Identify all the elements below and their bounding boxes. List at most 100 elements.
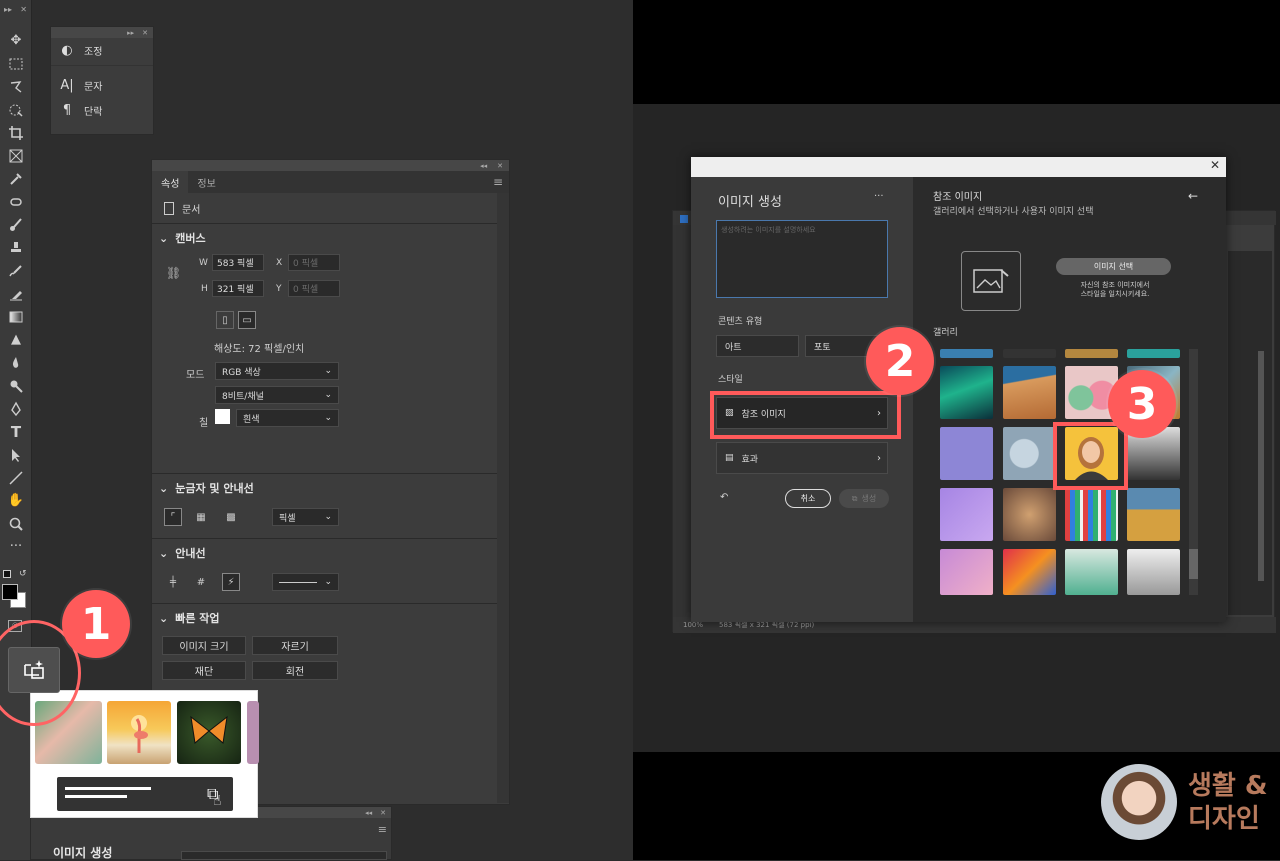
close-icon[interactable]: ✕ <box>142 29 148 37</box>
path-select-icon[interactable] <box>0 443 32 466</box>
gallery-item[interactable] <box>940 549 993 595</box>
cancel-button[interactable]: 취소 <box>785 489 831 508</box>
frame-tool-icon[interactable] <box>0 144 32 167</box>
close-icon[interactable]: ✕ <box>497 162 503 170</box>
collapse-icon[interactable]: ◂◂ <box>480 162 487 170</box>
gallery-scrollbar[interactable] <box>1189 349 1198 595</box>
foreground-color-swatch[interactable] <box>2 584 18 600</box>
landscape-orientation-icon[interactable]: ▭ <box>238 311 256 329</box>
clone-stamp-icon[interactable] <box>0 236 32 259</box>
width-input[interactable]: 583 픽셀 <box>212 254 264 271</box>
gallery-item[interactable] <box>1003 427 1056 480</box>
gallery-item[interactable] <box>1065 488 1118 541</box>
healing-brush-icon[interactable] <box>0 190 32 213</box>
history-brush-icon[interactable] <box>0 259 32 282</box>
gallery-item[interactable] <box>1127 349 1180 358</box>
gallery-item[interactable] <box>1065 549 1118 595</box>
panel-item-text[interactable]: A| 문자 <box>51 73 153 98</box>
eyedropper-icon[interactable] <box>0 167 32 190</box>
marquee-tool-icon[interactable] <box>0 52 32 75</box>
gallery-item[interactable] <box>1065 349 1118 358</box>
fill-select[interactable]: 흰색 ⌄ <box>236 409 339 427</box>
gallery-scroll-thumb[interactable] <box>1189 549 1198 579</box>
close-icon[interactable]: ✕ <box>1210 158 1220 172</box>
gradient-tool-icon[interactable] <box>0 305 32 328</box>
rulers-header[interactable]: ⌄ 눈금자 및 안내선 <box>152 474 509 502</box>
image-upload-box[interactable] <box>961 251 1021 311</box>
dodge-tool-icon[interactable] <box>0 351 32 374</box>
content-type-art[interactable]: 아트 <box>716 335 799 357</box>
line-tool-icon[interactable] <box>0 466 32 489</box>
popup-prompt-bar[interactable]: ⧉ ☝ <box>57 777 233 811</box>
smart-guides-icon[interactable]: ⚡ <box>222 573 240 591</box>
collapse-icon[interactable]: ▸▸ <box>127 29 134 37</box>
brush-tool-icon[interactable] <box>0 213 32 236</box>
rotate-button[interactable]: 회전 <box>252 661 338 680</box>
generate-button[interactable]: ⧉ 생성 <box>839 489 889 508</box>
quick-actions-header[interactable]: ⌄ 빠른 작업 <box>152 604 509 632</box>
object-select-icon[interactable] <box>0 98 32 121</box>
gallery-item[interactable] <box>1127 488 1180 541</box>
more-options-icon[interactable]: ··· <box>874 191 884 202</box>
prompt-input[interactable]: 생성하려는 이미지를 설명하세요 <box>716 220 888 298</box>
gallery-item[interactable] <box>1003 366 1056 419</box>
tab-properties[interactable]: 속성 <box>152 171 189 193</box>
tab-info[interactable]: 정보 <box>188 171 224 193</box>
blur-tool-icon[interactable]: ▲ <box>0 328 32 351</box>
collapse-icon[interactable]: ▸▸ <box>4 5 12 14</box>
back-arrow-icon[interactable]: ← <box>1188 189 1198 203</box>
crop-tool-icon[interactable] <box>0 121 32 144</box>
panel-scrollbar[interactable] <box>497 193 509 803</box>
panel-menu-icon[interactable]: ≡ <box>378 823 387 836</box>
pen-tool-icon[interactable] <box>0 374 32 397</box>
trim-button[interactable]: 재단 <box>162 661 246 680</box>
bit-depth-select[interactable]: 8비트/채널 ⌄ <box>215 386 339 404</box>
guide-lock-icon[interactable]: ╪ <box>164 573 182 591</box>
mode-select[interactable]: RGB 색상 ⌄ <box>215 362 339 380</box>
gallery-item[interactable] <box>940 366 993 419</box>
height-input[interactable]: 321 픽셀 <box>212 280 264 297</box>
gallery-item[interactable] <box>940 427 993 480</box>
close-icon[interactable]: ✕ <box>20 5 27 14</box>
select-image-button[interactable]: 이미지 선택 <box>1056 258 1171 275</box>
panel-item-adjust[interactable]: ◐ 조정 <box>51 38 153 63</box>
crop-button[interactable]: 자르기 <box>252 636 338 655</box>
x-input[interactable]: 0 픽셀 <box>288 254 340 271</box>
default-colors-icon[interactable] <box>3 570 11 578</box>
panel-item-paragraph[interactable]: ¶ 단락 <box>51 98 153 123</box>
ruler-icon[interactable]: ⌜ <box>164 508 182 526</box>
guides-header[interactable]: ⌄ 안내선 <box>152 539 509 567</box>
guide-grid-icon[interactable]: # <box>192 573 210 591</box>
guide-line-select[interactable]: ⌄ <box>272 573 339 591</box>
swap-colors-icon[interactable]: ↺ <box>19 569 27 579</box>
link-icon[interactable]: ⛓ <box>166 266 181 280</box>
lasso-tool-icon[interactable] <box>0 75 32 98</box>
type-tool-icon[interactable]: T <box>0 420 32 443</box>
gallery-item[interactable] <box>1003 549 1056 595</box>
zoom-tool-icon[interactable] <box>0 512 32 535</box>
collapse-icon[interactable]: ◂◂ <box>365 809 372 817</box>
portrait-orientation-icon[interactable]: ▯ <box>216 311 234 329</box>
move-tool-icon[interactable]: ✥ <box>0 29 32 52</box>
fill-swatch[interactable] <box>215 409 230 424</box>
eraser-tool-icon[interactable] <box>0 282 32 305</box>
reference-image-option[interactable]: ▨ 참조 이미지 › <box>716 397 888 429</box>
effects-option[interactable]: ▤ 효과 › <box>716 442 888 474</box>
y-input[interactable]: 0 픽셀 <box>288 280 340 297</box>
image-size-button[interactable]: 이미지 크기 <box>162 636 246 655</box>
close-icon[interactable]: ✕ <box>380 809 386 817</box>
grid-icon[interactable]: ▦ <box>192 508 210 526</box>
gallery-item[interactable] <box>940 488 993 541</box>
gallery-item[interactable] <box>1003 349 1056 358</box>
panel-menu-icon[interactable]: ≡ <box>493 175 503 189</box>
hand-tool-icon[interactable]: ✋ <box>0 489 32 512</box>
canvas-header[interactable]: ⌄ 캔버스 <box>152 224 509 252</box>
gallery-item[interactable] <box>1127 549 1180 595</box>
pixel-grid-icon[interactable]: ▩ <box>222 508 240 526</box>
reset-icon[interactable]: ↶ <box>720 492 728 503</box>
more-tools-icon[interactable]: ··· <box>0 535 32 558</box>
ruler-unit-select[interactable]: 픽셀 ⌄ <box>272 508 339 526</box>
path-pen-icon[interactable] <box>0 397 32 420</box>
canvas-scrollbar[interactable] <box>1258 351 1264 581</box>
gallery-item[interactable] <box>940 349 993 358</box>
